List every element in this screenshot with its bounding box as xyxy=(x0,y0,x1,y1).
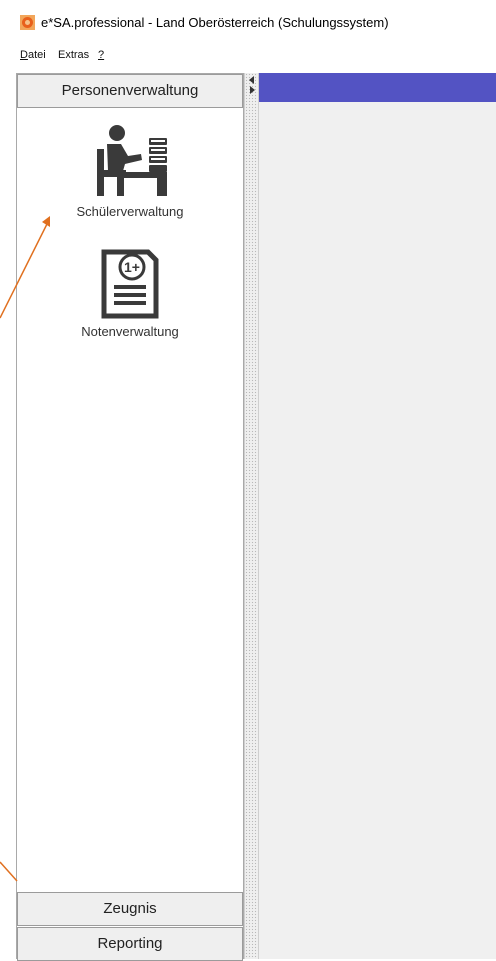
nav-tile-label: Notenverwaltung xyxy=(81,324,179,339)
section-zeugnis[interactable]: Zeugnis xyxy=(17,892,243,926)
annotation-arrow-to-sections xyxy=(0,861,18,882)
section-personenverwaltung[interactable]: Personenverwaltung xyxy=(17,74,243,108)
splitter-bar[interactable] xyxy=(244,73,259,959)
section-reporting[interactable]: Reporting xyxy=(17,927,243,961)
menu-datei[interactable]: Datei xyxy=(20,49,46,61)
student-desk-icon xyxy=(97,125,167,196)
title-bar: e*SA.professional - Land Oberösterreich … xyxy=(0,0,496,44)
expand-right-icon[interactable] xyxy=(248,86,256,94)
grade-document-icon: 1+ xyxy=(101,249,159,319)
workspace-header-bar xyxy=(259,73,496,102)
app-logo-icon xyxy=(20,15,35,30)
window-title: e*SA.professional - Land Oberösterreich … xyxy=(41,15,389,30)
nav-tile-schuelerverwaltung[interactable]: Schülerverwaltung xyxy=(17,124,243,219)
collapse-left-icon[interactable] xyxy=(248,76,256,84)
navigation-sidebar: Personenverwaltung Schülerverwaltung 1+ xyxy=(16,73,244,961)
nav-tile-notenverwaltung[interactable]: 1+ Notenverwaltung xyxy=(17,248,243,339)
workspace-area xyxy=(259,73,496,959)
nav-tile-label: Schülerverwaltung xyxy=(76,204,184,219)
menu-extras[interactable]: Extras xyxy=(58,49,89,61)
grade-icon-text: 1+ xyxy=(124,259,140,275)
menu-help[interactable]: ? xyxy=(98,49,104,61)
menu-bar: Datei Extras ? xyxy=(0,44,496,70)
